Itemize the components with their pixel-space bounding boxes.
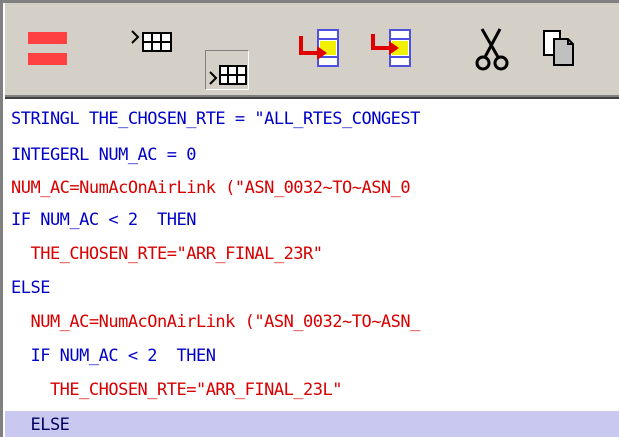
- code-line-5[interactable]: THE_CHOSEN_RTE="ARR_FINAL_23R": [11, 242, 323, 266]
- window-frame: STRINGL THE_CHOSEN_RTE = "ALL_RTES_CONGE…: [0, 0, 619, 437]
- editor-top-border: [5, 97, 619, 99]
- copy-button[interactable]: [542, 27, 588, 73]
- code-line-6[interactable]: ELSE: [11, 276, 50, 300]
- current-line-highlight: [5, 411, 619, 437]
- code-line-3[interactable]: NUM_AC=NumAcOnAirLink ("ASN_0032~TO~ASN_…: [11, 176, 411, 200]
- code-line-9[interactable]: THE_CHOSEN_RTE="ARR_FINAL_23L": [11, 378, 343, 402]
- toolbar: [5, 3, 619, 95]
- insert-row-below-button[interactable]: [205, 50, 249, 90]
- code-line-1[interactable]: STRINGL THE_CHOSEN_RTE = "ALL_RTES_CONGE…: [11, 107, 420, 131]
- code-line-2[interactable]: INTEGERL NUM_AC = 0: [11, 143, 196, 167]
- move-left-button[interactable]: [369, 28, 415, 74]
- insert-row-above-icon: [131, 30, 172, 52]
- cut-icon: [475, 28, 509, 71]
- move-right-button[interactable]: [297, 28, 343, 74]
- script-editor[interactable]: STRINGL THE_CHOSEN_RTE = "ALL_RTES_CONGE…: [5, 95, 619, 437]
- move-right-icon: [299, 29, 339, 67]
- equals-icon: [28, 32, 67, 65]
- code-line-4[interactable]: IF NUM_AC < 2 THEN: [11, 208, 196, 232]
- copy-icon: [543, 30, 574, 66]
- code-line-8[interactable]: IF NUM_AC < 2 THEN: [11, 344, 215, 368]
- move-left-icon: [371, 29, 411, 67]
- code-line-7[interactable]: NUM_AC=NumAcOnAirLink ("ASN_0032~TO~ASN_: [11, 310, 420, 334]
- insert-row-above-button[interactable]: [130, 27, 176, 73]
- cut-button[interactable]: [474, 27, 520, 73]
- equals-button[interactable]: [28, 30, 74, 76]
- code-line-10[interactable]: ELSE: [11, 413, 69, 437]
- insert-row-below-icon: [209, 65, 247, 85]
